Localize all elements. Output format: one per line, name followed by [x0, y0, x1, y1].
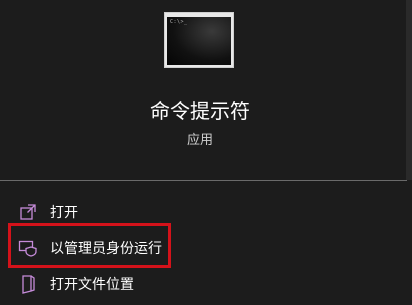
- open-file-location-action[interactable]: 打开文件位置: [0, 269, 400, 299]
- open-action-label: 打开: [50, 205, 78, 221]
- open-external-icon: [18, 202, 38, 222]
- icon-prompt-text: C:\>_: [170, 19, 188, 25]
- open-file-location-label: 打开文件位置: [50, 277, 134, 293]
- highlight-box: [8, 223, 171, 268]
- divider: [0, 180, 407, 181]
- icon-screen: C:\>_: [167, 17, 231, 65]
- command-prompt-icon: C:\>_: [164, 12, 234, 68]
- app-title: 命令提示符: [150, 99, 250, 123]
- start-menu-app-panel: C:\>_ 命令提示符 应用 打开 以管理员身份运行 打开文件位置: [0, 0, 412, 305]
- panel-edge: [406, 0, 412, 180]
- app-type-label: 应用: [186, 133, 213, 148]
- file-location-icon: [18, 274, 38, 294]
